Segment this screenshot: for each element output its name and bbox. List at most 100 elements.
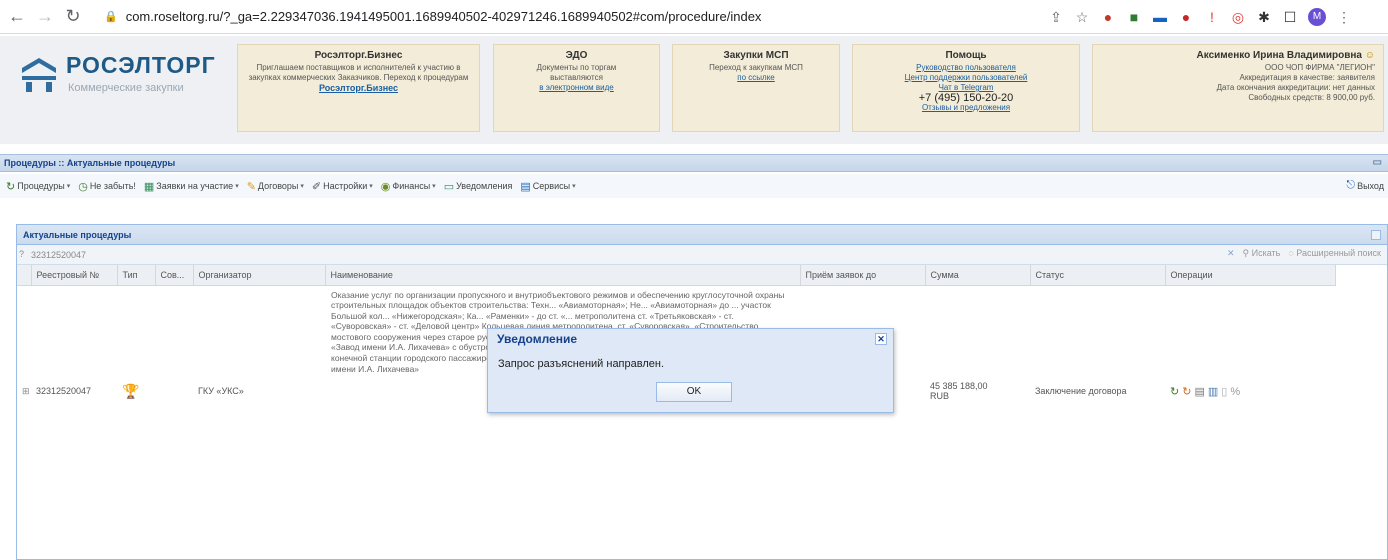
search-input[interactable]: [17, 249, 417, 260]
filter-icon: ◌: [1288, 248, 1294, 258]
share-icon[interactable]: ⇪: [1048, 9, 1064, 25]
msp-box: Закупки МСП Переход к закупкам МСП по сс…: [672, 44, 840, 132]
percent-icon[interactable]: %: [1230, 386, 1240, 398]
menu-icon[interactable]: ⋮: [1336, 9, 1352, 25]
row-number: 32312520047: [36, 386, 92, 397]
menu-contracts[interactable]: ✎ Договоры ▾: [247, 180, 304, 193]
accreditation: Аккредитация в качестве: заявителя: [1239, 73, 1375, 82]
panel-header: Актуальные процедуры: [17, 225, 1387, 245]
search-row: ? ✕ ⚲ Искать ◌ Расширенный поиск: [17, 245, 1387, 265]
user-icon: ☺: [1364, 50, 1375, 61]
url-text: com.roseltorg.ru/?_ga=2.229347036.194149…: [125, 9, 762, 24]
user-box: Аксименко Ирина Владимировна ☺ ООО ЧОП Ф…: [1092, 44, 1384, 132]
accreditation-end: Дата окончания аккредитации: нет данных: [1216, 83, 1375, 92]
col-amount[interactable]: Сумма: [925, 265, 1031, 286]
extension-icon[interactable]: ◎: [1230, 9, 1246, 25]
search-help-icon: ?: [19, 249, 25, 259]
support-link[interactable]: Центр поддержки пользователей: [905, 73, 1028, 82]
dialog-header: Уведомление ✕: [488, 329, 893, 349]
clear-icon[interactable]: ✕: [1227, 248, 1235, 259]
menu-notifications[interactable]: ▭ Уведомления: [444, 180, 513, 193]
logo-title: РОСЭЛТОРГ: [66, 52, 216, 78]
exit-icon: ⎋: [1346, 179, 1356, 191]
col-operations[interactable]: Операции: [1165, 265, 1336, 286]
document-icon[interactable]: ▤: [1194, 386, 1204, 398]
back-icon[interactable]: ←: [6, 6, 28, 27]
row-organizer: ГКУ «УКС»: [198, 386, 244, 397]
col-status[interactable]: Статус: [1030, 265, 1166, 286]
trophy-icon: 🏆: [122, 382, 140, 399]
telegram-link[interactable]: Чат в Telegram: [939, 83, 994, 92]
menu-services[interactable]: ▤ Сервисы ▾: [520, 180, 575, 193]
close-icon[interactable]: ✕: [875, 333, 887, 345]
logo-icon: [22, 58, 56, 92]
msp-link[interactable]: по ссылке: [737, 73, 774, 82]
col-name[interactable]: Наименование: [325, 265, 801, 286]
exit-button[interactable]: ⎋ Выход: [1346, 179, 1384, 192]
col-number[interactable]: Реестровый №: [31, 265, 118, 286]
refresh-orange-icon[interactable]: ↻: [1182, 386, 1191, 398]
lock-icon: 🔒: [104, 11, 118, 23]
free-funds: Свободных средств: 8 900,00 руб.: [1248, 93, 1375, 102]
profile-avatar[interactable]: M: [1308, 7, 1326, 26]
search-button[interactable]: ⚲ Искать: [1243, 248, 1281, 259]
extension-icon[interactable]: !: [1204, 9, 1220, 25]
edo-text: Документы по торгам выставляются: [536, 63, 617, 82]
procedures-icon: ↻: [6, 180, 16, 193]
extensions: ⇪ ☆ ● ■ ▬ ● ! ◎ ✱ ☐ M ⋮: [1048, 7, 1352, 26]
refresh-icon[interactable]: ↻: [1170, 386, 1179, 398]
extension-icon[interactable]: ●: [1100, 9, 1116, 25]
extension-icon[interactable]: ■: [1126, 9, 1142, 25]
row-amount: 45 385 188,00 RUB: [930, 381, 988, 402]
menu-dont-forget[interactable]: ◷ Не забыть!: [78, 180, 136, 193]
menu-applications[interactable]: ▦ Заявки на участие ▾: [144, 180, 239, 193]
help-title: Помощь: [945, 50, 987, 61]
phone-number: +7 (495) 150-20-20: [918, 92, 1014, 104]
msp-text: Переход к закупкам МСП: [709, 63, 803, 72]
row-operations: ↻ ↻ ▤ ▥ ▯%: [1165, 285, 1335, 497]
menu-finance[interactable]: ◉ Финансы ▾: [381, 180, 436, 193]
col-organizer[interactable]: Организатор: [193, 265, 326, 286]
panel-tool-icon[interactable]: [1371, 230, 1381, 240]
collapse-icon[interactable]: ▭: [1373, 155, 1382, 171]
reload-icon[interactable]: ↻: [62, 6, 84, 27]
edo-box: ЭДО Документы по торгам выставляются в э…: [493, 44, 660, 132]
applications-icon: ▦: [143, 180, 155, 193]
page-title: Процедуры :: Актуальные процедуры: [4, 158, 176, 168]
col-joint[interactable]: Сов...: [155, 265, 194, 286]
address-bar[interactable]: 🔒 com.roseltorg.ru/?_ga=2.229347036.1941…: [94, 4, 974, 30]
dialog-title: Уведомление: [497, 332, 578, 346]
chart-icon[interactable]: ▥: [1208, 386, 1218, 398]
edo-link[interactable]: в электронном виде: [539, 83, 614, 92]
user-name[interactable]: Аксименко Ирина Владимировна ☺: [1093, 51, 1375, 61]
extension-icon[interactable]: ▬: [1152, 9, 1168, 25]
logo[interactable]: РОСЭЛТОРГ Коммерческие закупки: [18, 50, 228, 110]
forward-icon[interactable]: →: [34, 6, 56, 27]
manual-link[interactable]: Руководство пользователя: [916, 63, 1016, 72]
menu-settings[interactable]: ✐ Настройки ▾: [312, 180, 373, 193]
business-text: Приглашаем поставщиков и исполнителей к …: [248, 63, 469, 82]
binoculars-icon: ⚲: [1242, 248, 1250, 258]
panel-title: Актуальные процедуры: [23, 230, 132, 240]
page-title-bar: Процедуры :: Актуальные процедуры ▭: [0, 154, 1388, 172]
folder-icon: ▭: [443, 180, 455, 193]
feedback-link[interactable]: Отзывы и предложения: [922, 103, 1010, 112]
menu-procedures[interactable]: ↻ Процедуры ▾: [6, 180, 70, 193]
col-type[interactable]: Тип: [117, 265, 156, 286]
file-icon[interactable]: ▯: [1221, 386, 1227, 398]
logo-subtitle: Коммерческие закупки: [68, 82, 184, 94]
expand-icon[interactable]: ⊞: [17, 285, 31, 497]
browser-toolbar: ← → ↻ 🔒 com.roseltorg.ru/?_ga=2.22934703…: [0, 0, 1388, 34]
star-icon[interactable]: ☆: [1074, 9, 1090, 25]
business-link[interactable]: Росэлторг.Бизнес: [319, 83, 398, 93]
contracts-icon: ✎: [246, 180, 256, 193]
col-deadline[interactable]: Приём заявок до: [800, 265, 926, 286]
puzzle-icon[interactable]: ✱: [1256, 9, 1272, 25]
services-icon: ▤: [520, 180, 531, 193]
ok-button[interactable]: OK: [656, 382, 732, 402]
advanced-search-button[interactable]: ◌ Расширенный поиск: [1288, 248, 1381, 259]
main-toolbar: ↻ Процедуры ▾ ◷ Не забыть! ▦ Заявки на участ…: [0, 174, 1388, 198]
business-box: Росэлторг.Бизнес Приглашаем поставщиков …: [237, 44, 480, 132]
window-icon[interactable]: ☐: [1282, 9, 1298, 25]
extension-icon[interactable]: ●: [1178, 9, 1194, 25]
